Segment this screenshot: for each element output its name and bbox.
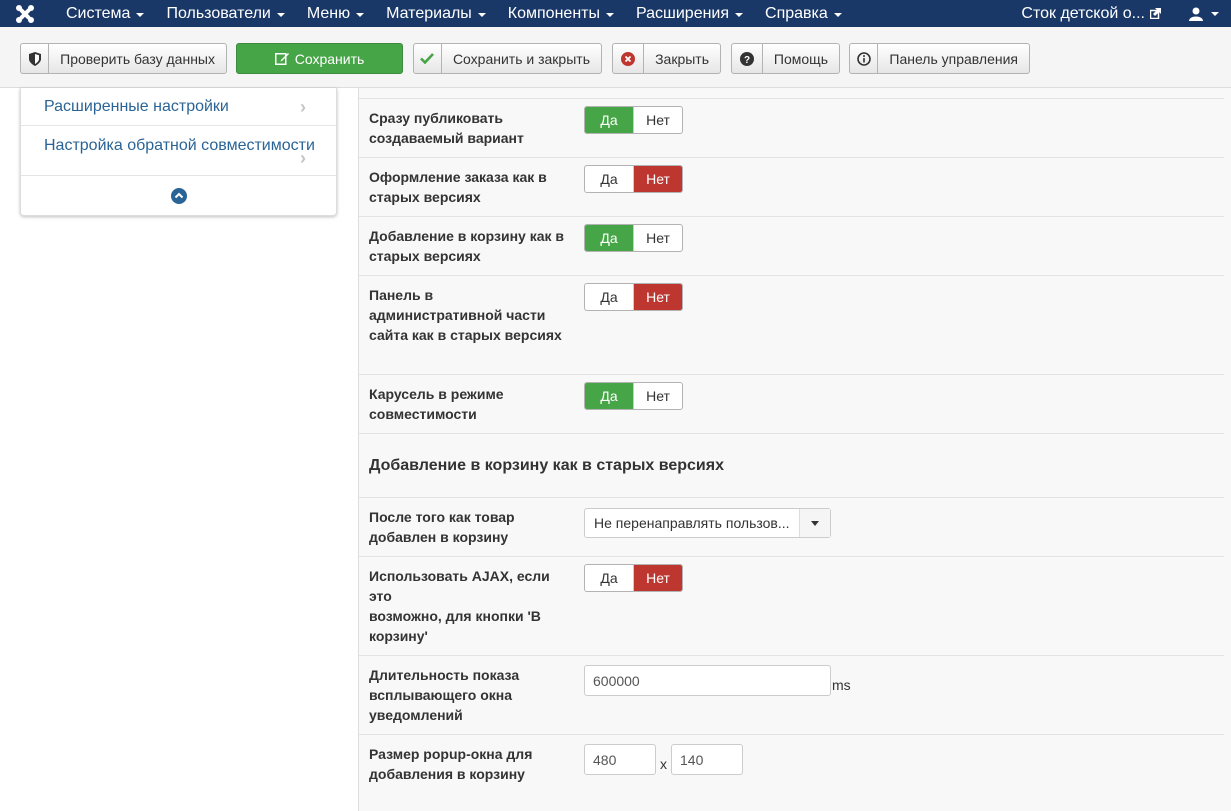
popup-size-separator: x: [660, 756, 667, 772]
site-link[interactable]: Сток детской о...: [1021, 5, 1161, 23]
caret-down-icon: [276, 12, 285, 17]
user-menu[interactable]: [1189, 7, 1219, 21]
no-option[interactable]: Нет: [634, 107, 682, 133]
setting-row-ajax: Использовать AJAX, если это возможно, дл…: [359, 556, 1224, 655]
edit-icon: [274, 53, 289, 65]
legacy-add-to-cart-toggle[interactable]: Да Нет: [584, 224, 683, 252]
setting-row-duration: Длительность показа всплывающего окна ув…: [359, 655, 1224, 734]
setting-row-redirect: После того как товар добавлен в корзину …: [359, 497, 1224, 556]
navbar-right: Сток детской о...: [1021, 0, 1231, 27]
no-option[interactable]: Нет: [634, 166, 682, 192]
check-database-button[interactable]: Проверить базу данных: [20, 43, 227, 74]
nav-menu-users[interactable]: Пользователи: [166, 0, 285, 27]
popup-width-input[interactable]: 480: [584, 744, 656, 775]
section-title: Добавление в корзину как в старых версия…: [369, 457, 724, 474]
caret-down-icon: [605, 12, 614, 17]
setting-row-publish-variant: Сразу публиковать создаваемый вариант Да…: [359, 98, 1224, 157]
info-circle-icon: [850, 44, 879, 73]
no-option[interactable]: Нет: [634, 383, 682, 409]
svg-text:?: ?: [744, 55, 750, 66]
nav-menu-menus[interactable]: Меню: [307, 0, 365, 27]
popup-height-input[interactable]: 140: [671, 744, 743, 775]
sidebar-item-advanced-settings[interactable]: Расширенные настройки ›: [21, 88, 336, 126]
nav-menu-extensions[interactable]: Расширения: [636, 0, 744, 27]
chevron-right-icon: ›: [300, 148, 306, 168]
yes-option[interactable]: Да: [585, 284, 634, 310]
carousel-compat-toggle[interactable]: Да Нет: [584, 382, 683, 410]
cancel-circle-icon: [613, 44, 645, 73]
joomla-logo-icon[interactable]: [0, 0, 50, 27]
redirect-select[interactable]: Не перенаправлять пользов...: [584, 508, 831, 538]
toolbar: Проверить базу данных Сохранить Сохранит…: [0, 27, 1231, 88]
yes-option[interactable]: Да: [585, 383, 634, 409]
caret-down-icon: [477, 12, 486, 17]
question-circle-icon: ?: [732, 44, 763, 73]
no-option[interactable]: Нет: [634, 565, 682, 591]
caret-down-icon: [136, 12, 145, 17]
caret-down-icon: [735, 12, 744, 17]
yes-option[interactable]: Да: [585, 107, 634, 133]
yes-option[interactable]: Да: [585, 225, 634, 251]
setting-row-carousel-compat: Карусель в режиме совместимости Да Нет: [359, 374, 1224, 433]
save-and-close-button[interactable]: Сохранить и закрыть: [413, 43, 602, 74]
ajax-toggle[interactable]: Да Нет: [584, 564, 683, 592]
close-button[interactable]: Закрыть: [612, 43, 721, 74]
chevron-up-circle-icon: [170, 188, 187, 204]
yes-option[interactable]: Да: [585, 565, 634, 591]
help-button[interactable]: ? Помощь: [731, 43, 840, 74]
caret-down-icon: [833, 12, 842, 17]
settings-panel: Сразу публиковать создаваемый вариант Да…: [358, 88, 1231, 811]
site-name: Сток детской о...: [1021, 4, 1145, 22]
ajax-label-line-2: возможно, для кнопки 'В корзину': [369, 608, 541, 644]
legacy-checkout-toggle[interactable]: Да Нет: [584, 165, 683, 193]
control-panel-button[interactable]: Панель управления: [849, 43, 1030, 74]
no-option[interactable]: Нет: [634, 284, 682, 310]
chevron-right-icon: ›: [300, 97, 306, 117]
save-button[interactable]: Сохранить: [236, 43, 403, 74]
nav-menu-help[interactable]: Справка: [765, 0, 842, 27]
duration-unit: ms: [832, 677, 851, 693]
chevron-down-icon: [799, 509, 830, 537]
setting-row-popup-size: Размер popup-окна для добавления в корзи…: [359, 734, 1224, 811]
duration-input[interactable]: 600000: [584, 665, 831, 696]
nav-menu-content[interactable]: Материалы: [386, 0, 486, 27]
check-icon: [414, 44, 442, 73]
nav-menu-components[interactable]: Компоненты: [508, 0, 614, 27]
legacy-admin-panel-toggle[interactable]: Да Нет: [584, 283, 683, 311]
no-option[interactable]: Нет: [634, 225, 682, 251]
external-link-icon: [1150, 8, 1161, 19]
ajax-label-line-1: Использовать AJAX, если это: [369, 568, 550, 604]
publish-variant-toggle[interactable]: Да Нет: [584, 106, 683, 134]
setting-row-legacy-admin-panel: Панель в административной части сайта ка…: [359, 275, 1224, 374]
sidebar-collapse-button[interactable]: [21, 176, 336, 216]
top-navbar: Система Пользователи Меню Материалы Комп…: [0, 0, 1231, 27]
yes-option[interactable]: Да: [585, 166, 634, 192]
sidebar-item-compatibility[interactable]: Настройка обратной совместимости ›: [21, 126, 336, 176]
setting-row-legacy-checkout: Оформление заказа как в старых версиях Д…: [359, 157, 1224, 216]
shield-icon: [21, 44, 50, 73]
caret-down-icon: [1211, 11, 1219, 16]
nav-menu-system[interactable]: Система: [66, 0, 145, 27]
setting-row-legacy-add-to-cart: Добавление в корзину как в старых версия…: [359, 216, 1224, 275]
user-icon: [1189, 7, 1203, 21]
sidebar: Расширенные настройки › Настройка обратн…: [20, 88, 337, 216]
caret-down-icon: [356, 12, 365, 17]
